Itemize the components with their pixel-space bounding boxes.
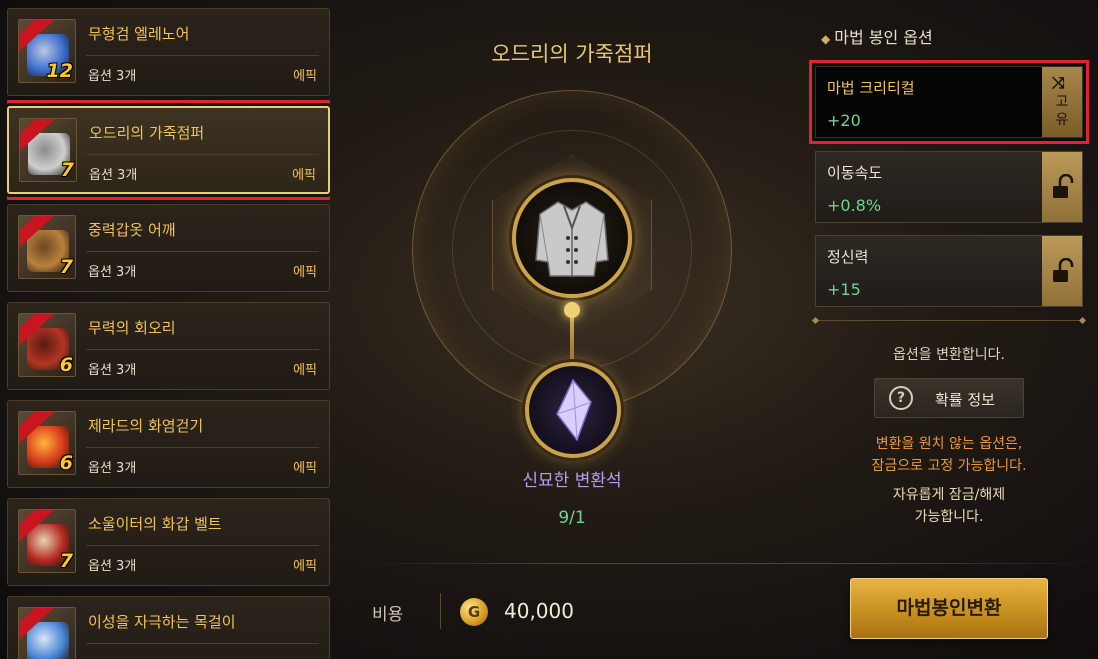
option-name: 이동속도 <box>827 164 883 182</box>
item-grade: 에픽 <box>293 559 317 574</box>
selected-item-title: 오드리의 가죽점퍼 <box>491 42 653 66</box>
item-thumbnail: 6 <box>18 313 76 377</box>
conversion-stone-count: 9/1 <box>558 508 586 528</box>
item-enhance-level: 7 <box>60 159 74 181</box>
jacket-icon <box>535 201 609 277</box>
item-enhance-level: 7 <box>59 256 73 278</box>
lock-toggle-button[interactable] <box>1042 152 1082 222</box>
lock-free-notice-line1: 자유롭게 잠금/해제 <box>892 487 1006 503</box>
item-thumbnail: 7 <box>18 215 76 279</box>
option-value: +20 <box>827 111 861 130</box>
option-card-1[interactable]: 마법 크리티컬 +20 ⤨ 고유 <box>815 66 1083 138</box>
necklace-icon <box>27 622 69 659</box>
fixed-label: 고유 <box>1055 94 1069 128</box>
item-name: 무력의 회오리 <box>88 319 176 337</box>
option-value: +0.8% <box>827 196 882 215</box>
item-option-count: 옵션 3개 <box>88 69 137 84</box>
item-divider <box>86 545 319 546</box>
item-grade: 에픽 <box>292 168 316 183</box>
item-thumbnail: 7 <box>19 118 77 182</box>
lock-notice-line2: 잠금으로 고정 가능합니다. <box>871 458 1027 474</box>
lock-free-notice: 자유롭게 잠금/해제 가능합니다. <box>815 484 1083 528</box>
option-name: 정신력 <box>827 248 869 266</box>
item-thumbnail: 12 <box>18 19 76 83</box>
item-thumbnail: 7 <box>18 509 76 573</box>
item-divider <box>86 643 319 644</box>
item-divider <box>86 349 319 350</box>
item-grade: 에픽 <box>293 461 317 476</box>
fixed-option-tag: ⤨ 고유 <box>1042 67 1082 137</box>
bullet-icon: ◆ <box>821 32 831 46</box>
item-option-count: 옵션 3개 <box>89 168 138 183</box>
option-card-3[interactable]: 정신력 +15 <box>815 235 1083 307</box>
lock-notice-line1: 변환을 원치 않는 옵션은, <box>875 436 1023 452</box>
cost-label: 비용 <box>372 605 404 625</box>
probability-info-button[interactable]: ? 확률 정보 <box>874 378 1024 418</box>
option-card-2[interactable]: 이동속도 +0.8% <box>815 151 1083 223</box>
item-divider <box>86 55 319 56</box>
item-name: 무형검 엘레노어 <box>88 25 190 43</box>
crystal-icon <box>556 378 592 442</box>
connector-node <box>564 302 580 318</box>
item-enhance-level: 6 <box>59 452 73 474</box>
item-grade: 에픽 <box>293 69 317 84</box>
item-enhance-level: 6 <box>59 354 73 376</box>
item-slot[interactable]: 6 제라드의 화염걷기 옵션 3개 에픽 <box>7 400 330 488</box>
item-thumbnail <box>18 607 76 659</box>
item-option-count: 옵션 3개 <box>88 265 137 280</box>
seal-convert-button[interactable]: 마법봉인변환 <box>850 578 1048 639</box>
item-divider <box>86 251 319 252</box>
item-name: 오드리의 가죽점퍼 <box>89 124 205 142</box>
item-slot[interactable]: 7 소울이터의 화갑 벨트 옵션 3개 에픽 <box>7 498 330 586</box>
panel-title-text: 마법 봉인 옵션 <box>834 28 933 47</box>
item-slot[interactable]: 이성을 자극하는 목걸이 <box>7 596 330 659</box>
conversion-stone-icon <box>525 362 621 458</box>
cost-value: 40,000 <box>504 599 574 623</box>
item-name: 소울이터의 화갑 벨트 <box>88 515 222 533</box>
panel-title: ◆ 마법 봉인 옵션 <box>821 24 933 48</box>
item-divider <box>86 447 319 448</box>
conversion-stone-name: 신묘한 변환석 <box>522 471 622 491</box>
probability-info-label: 확률 정보 <box>935 391 995 409</box>
item-enhance-level: 7 <box>59 550 73 572</box>
item-list: 12 무형검 엘레노어 옵션 3개 에픽 7 오드리의 가죽점퍼 옵션 3개 에… <box>7 8 330 659</box>
item-name: 이성을 자극하는 목걸이 <box>88 613 236 631</box>
lock-free-notice-line2: 가능합니다. <box>914 509 984 525</box>
item-divider <box>87 154 318 155</box>
item-option-count: 옵션 3개 <box>88 363 137 378</box>
convert-description: 옵션을 변환합니다. <box>893 347 1005 363</box>
item-option-count: 옵션 3개 <box>88 559 137 574</box>
unlock-icon <box>1053 258 1074 282</box>
selected-item-icon <box>512 178 632 298</box>
item-enhance-level: 12 <box>46 60 73 82</box>
item-grade: 에픽 <box>293 265 317 280</box>
item-thumbnail: 6 <box>18 411 76 475</box>
item-slot[interactable]: 6 무력의 회오리 옵션 3개 에픽 <box>7 302 330 390</box>
item-slot[interactable]: 7 오드리의 가죽점퍼 옵션 3개 에픽 <box>7 106 330 194</box>
item-grade: 에픽 <box>293 363 317 378</box>
item-name: 제라드의 화염걷기 <box>88 417 204 435</box>
item-option-count: 옵션 3개 <box>88 461 137 476</box>
shuffle-icon: ⤨ <box>1052 73 1065 92</box>
item-name: 중력갑옷 어깨 <box>88 221 176 239</box>
lock-notice: 변환을 원치 않는 옵션은, 잠금으로 고정 가능합니다. <box>815 433 1083 477</box>
cost-divider <box>355 563 1098 564</box>
option-value: +15 <box>827 280 861 299</box>
unlock-icon <box>1053 174 1074 198</box>
option-name: 마법 크리티컬 <box>827 79 915 97</box>
item-slot[interactable]: 12 무형검 엘레노어 옵션 3개 에픽 <box>7 8 330 96</box>
item-slot[interactable]: 7 중력갑옷 어깨 옵션 3개 에픽 <box>7 204 330 292</box>
question-icon: ? <box>889 386 913 410</box>
options-divider <box>815 320 1083 321</box>
cost-separator <box>440 593 441 629</box>
gold-coin-icon: G <box>460 598 488 626</box>
lock-toggle-button[interactable] <box>1042 236 1082 306</box>
